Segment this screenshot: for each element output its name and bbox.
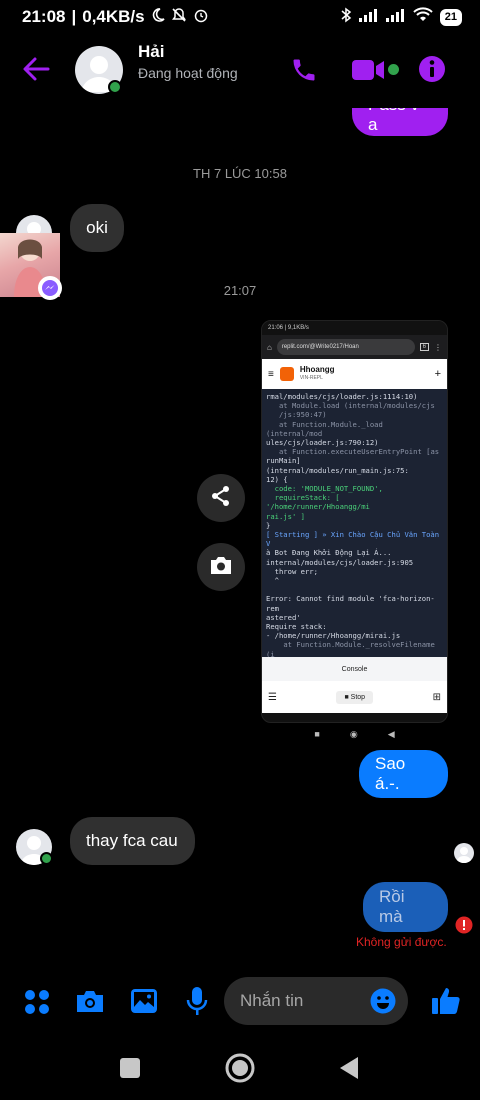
more-icon: ⋮: [434, 342, 442, 352]
plus-icon: +: [434, 368, 441, 380]
timestamp: TH 7 LÚC 10:58: [193, 166, 287, 181]
console-line: à Bot Đang Khởi Động Lại Á...: [266, 548, 392, 558]
message-bubble-incoming[interactable]: thay fca cau: [70, 817, 195, 865]
network-speed: 0,4KB/s: [82, 7, 145, 26]
console-line: 12) {: [266, 474, 288, 484]
recents-icon[interactable]: [120, 1058, 140, 1083]
image-attachment[interactable]: 21:06 | 9,1KB/s ⌂ replit.com/@Write0217/…: [261, 320, 448, 723]
battery-icon: 21: [439, 8, 462, 26]
screenshot-nav-bar: ■ ◉ ◀: [314, 728, 395, 740]
emoji-icon[interactable]: [370, 988, 396, 1019]
console-line: requireStack: [ '/home/runner/Hhoangg/mi: [266, 493, 370, 512]
video-icon[interactable]: [352, 58, 386, 87]
console-line: ^: [266, 576, 279, 586]
screenshot-bottom-bar: ☰ ■ Stop ⊞: [262, 681, 447, 713]
console-line: internal/modules/cjs/loader.js:905: [266, 557, 414, 567]
clock: 21:08: [22, 7, 66, 26]
camera-icon: [209, 555, 233, 580]
console-line: code: 'MODULE_NOT_FOUND',: [266, 484, 383, 494]
menu-icon: ≡: [268, 368, 274, 380]
grid-icon: ⊞: [432, 691, 441, 703]
console-line: [ Starting ] » Xin Chào Cậu Chủ Văn Toàn…: [266, 530, 444, 549]
mic-icon[interactable]: [186, 986, 208, 1021]
image-icon[interactable]: [130, 988, 158, 1019]
system-nav-bar: [0, 1035, 480, 1100]
status-bar: 21:08 | 0,4KB/s 21: [0, 0, 480, 34]
screenshot-console: rmal/modules/cjs/loader.js:1114:10) at M…: [262, 389, 447, 657]
screenshot-tabbar: Console: [262, 657, 447, 681]
message-bubble-outgoing[interactable]: Sao á.-.: [359, 750, 448, 798]
moon-icon: [151, 7, 165, 27]
message-input[interactable]: [240, 991, 370, 1011]
console-line: at Function.Module._resolveFilename (i: [266, 640, 440, 657]
console-line: at Module.load (internal/modules/cjs: [266, 401, 435, 411]
message-text: oki: [86, 218, 108, 237]
tab-count: 6: [419, 343, 429, 351]
console-line: runMain] (internal/modules/run_main.js:7…: [266, 456, 409, 475]
camera-icon[interactable]: [75, 989, 105, 1018]
console-line: Error: Cannot find module 'fca-horizon-r…: [266, 594, 435, 613]
console-line: }: [266, 520, 271, 530]
wifi-icon: [413, 7, 433, 27]
console-line: Require stack:: [266, 622, 327, 632]
console-tab-label: Console: [341, 665, 368, 673]
console-line: ules/cjs/loader.js:790:12): [266, 438, 379, 448]
back-arrow-icon[interactable]: [22, 56, 50, 87]
message-bubble-incoming[interactable]: oki: [70, 204, 124, 252]
back-icon[interactable]: [338, 1056, 360, 1085]
console-line: /js:950:47): [266, 410, 327, 420]
console-line: rai.js' ]: [266, 511, 305, 521]
screenshot-url-bar: ⌂ replit.com/@Write0217/Hoan 6 ⋮: [262, 335, 447, 359]
alarm-icon: [193, 7, 209, 28]
chat-header: Hải Đang hoạt động: [0, 34, 480, 108]
console-line: astered': [266, 612, 301, 622]
message-composer[interactable]: [224, 977, 408, 1025]
console-line: at Function.executeUserEntryPoint [as: [266, 447, 440, 457]
apps-icon[interactable]: [24, 989, 50, 1020]
message-text: thay fca cau: [86, 831, 178, 850]
files-icon: ☰: [268, 691, 277, 703]
online-indicator: [40, 852, 53, 865]
share-button[interactable]: [197, 474, 245, 522]
contact-name[interactable]: Hải: [138, 42, 164, 62]
bluetooth-icon: [341, 7, 352, 28]
online-indicator: [108, 80, 122, 94]
message-bubble-failed[interactable]: Rồi mà: [363, 882, 448, 932]
info-icon[interactable]: [418, 55, 446, 88]
save-image-button[interactable]: [197, 543, 245, 591]
message-text: Rồi mà: [379, 887, 405, 926]
console-line: throw err;: [266, 566, 318, 576]
signal-2-icon: [385, 7, 406, 27]
phone-icon[interactable]: [290, 56, 318, 89]
console-line: - /home/runner/Hhoangg/mirai.js: [266, 631, 401, 641]
like-icon[interactable]: [431, 986, 461, 1021]
message-text: Sao á.-.: [375, 754, 406, 793]
error-icon[interactable]: [455, 916, 473, 939]
timestamp: 21:07: [223, 283, 257, 298]
console-line: at Function.Module._load (internal/mod: [266, 419, 388, 438]
screenshot-url: replit.com/@Write0217/Hoan: [281, 344, 359, 350]
mute-icon: [171, 7, 187, 28]
signal-icon: [358, 7, 379, 27]
replit-logo: [279, 367, 294, 381]
console-line: rmal/modules/cjs/loader.js:1114:10): [266, 392, 418, 401]
send-error-text: Không gửi được.: [356, 935, 447, 949]
message-text: Pass v a: [368, 108, 419, 134]
screenshot-replit-header: ≡ Hhoangg VIN-REPL +: [262, 359, 447, 389]
share-icon: [210, 485, 232, 512]
home-icon: ⌂: [267, 342, 272, 352]
video-online-dot: [388, 64, 399, 75]
contact-status: Đang hoạt động: [138, 65, 238, 81]
screenshot-status-bar: 21:06 | 9,1KB/s: [262, 321, 447, 335]
message-bubble-outgoing[interactable]: Pass v a: [352, 108, 448, 136]
seen-avatar: [454, 843, 474, 863]
home-icon[interactable]: [225, 1053, 255, 1088]
